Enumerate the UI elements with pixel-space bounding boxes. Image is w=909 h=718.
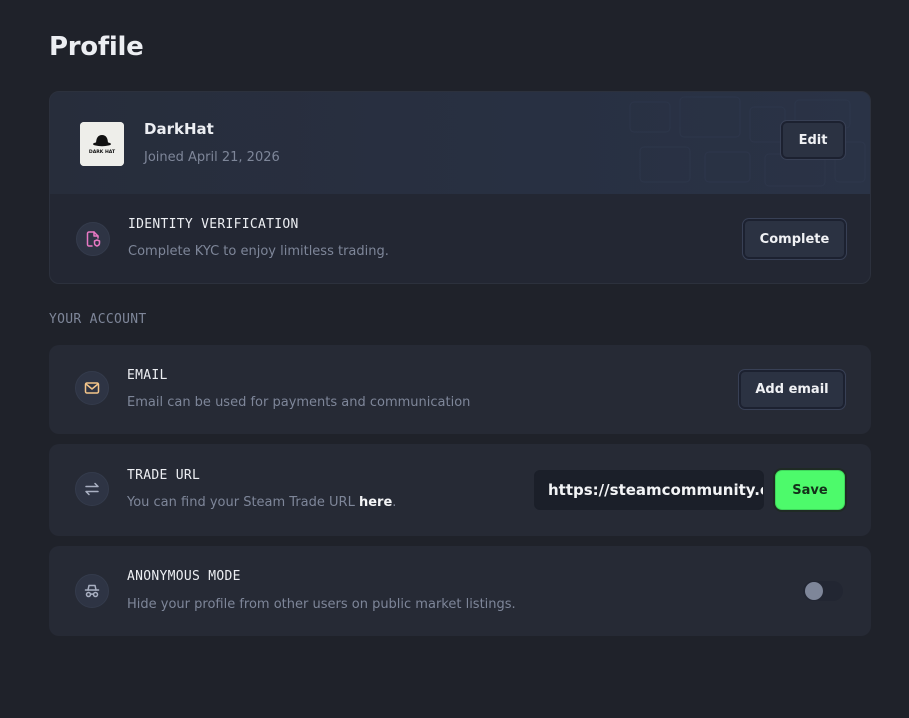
dark-hat-logo-icon: DARK HAT bbox=[80, 122, 124, 166]
save-trade-url-button[interactable]: Save bbox=[775, 470, 845, 510]
add-email-button[interactable]: Add email bbox=[738, 369, 846, 410]
anonymous-mode-title: ANONYMOUS MODE bbox=[127, 569, 241, 584]
trade-url-help-link[interactable]: here bbox=[359, 495, 392, 510]
anonymous-mode-card: ANONYMOUS MODE Hide your profile from ot… bbox=[49, 546, 871, 636]
incognito-icon bbox=[75, 574, 109, 608]
page-title: Profile bbox=[49, 32, 144, 62]
profile-joined-date: Joined April 21, 2026 bbox=[144, 150, 280, 165]
edit-profile-button[interactable]: Edit bbox=[780, 120, 846, 160]
profile-username: DarkHat bbox=[144, 120, 214, 138]
trade-url-description-text: You can find your Steam Trade URL bbox=[127, 495, 359, 510]
your-account-label: YOUR ACCOUNT bbox=[49, 312, 147, 327]
trade-url-description: You can find your Steam Trade URL here. bbox=[127, 495, 396, 510]
email-card: EMAIL Email can be used for payments and… bbox=[49, 345, 871, 434]
mail-icon bbox=[75, 371, 109, 405]
avatar[interactable]: DARK HAT bbox=[80, 122, 124, 166]
email-description: Email can be used for payments and commu… bbox=[127, 395, 471, 410]
trade-url-card: TRADE URL You can find your Steam Trade … bbox=[49, 444, 871, 536]
profile-header: DARK HAT DarkHat Joined April 21, 2026 E… bbox=[50, 92, 870, 194]
identity-verification-title: IDENTITY VERIFICATION bbox=[128, 217, 299, 232]
anonymous-mode-description: Hide your profile from other users on pu… bbox=[127, 597, 516, 612]
toggle-knob bbox=[805, 582, 823, 600]
email-title: EMAIL bbox=[127, 368, 168, 383]
trade-url-input[interactable] bbox=[534, 470, 764, 510]
profile-card: DARK HAT DarkHat Joined April 21, 2026 E… bbox=[49, 91, 871, 284]
profile-page: Profile DARK HAT DarkHat Joined April 21… bbox=[0, 0, 909, 718]
file-shield-icon bbox=[76, 222, 110, 256]
svg-text:DARK HAT: DARK HAT bbox=[89, 149, 116, 155]
trade-url-title: TRADE URL bbox=[127, 468, 201, 483]
complete-kyc-button[interactable]: Complete bbox=[742, 218, 847, 260]
arrows-swap-icon bbox=[75, 472, 109, 506]
anonymous-mode-toggle[interactable] bbox=[803, 581, 843, 601]
identity-verification-description: Complete KYC to enjoy limitless trading. bbox=[128, 244, 389, 259]
trade-url-description-end: . bbox=[392, 495, 397, 510]
